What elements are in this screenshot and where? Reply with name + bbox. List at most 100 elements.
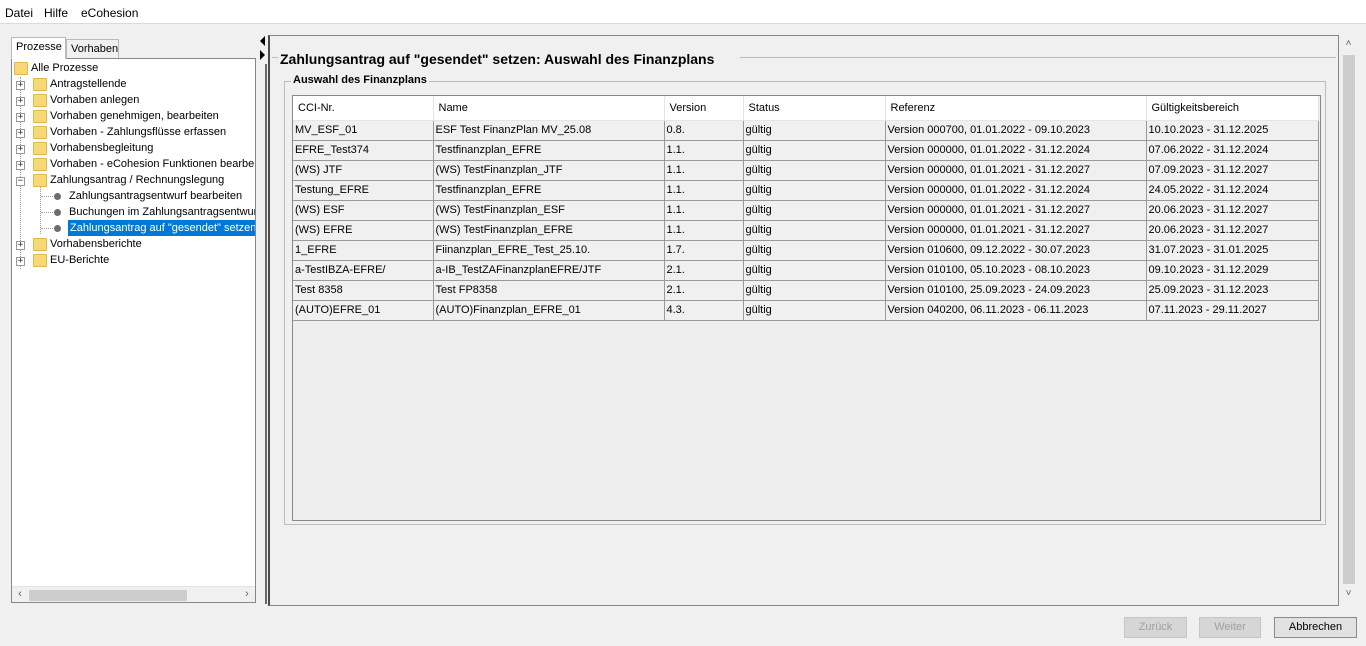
table-row[interactable]: MV_ESF_01 ESF Test FinanzPlan MV_25.08 0.8…: [293, 120, 1319, 141]
scroll-left-icon[interactable]: ‹: [12, 587, 28, 602]
table-cell: (AUTO)EFRE_01: [293, 300, 434, 321]
column-header-cci[interactable]: CCI-Nr.: [293, 96, 434, 121]
tree-item-ecohesion-funktionen[interactable]: Vorhaben - eCohesion Funktionen bearbeit…: [50, 156, 255, 172]
scroll-up-icon[interactable]: ˄: [1340, 38, 1357, 55]
scroll-thumb[interactable]: [1343, 55, 1355, 584]
expand-icon[interactable]: +: [16, 145, 25, 154]
splitter[interactable]: [258, 34, 268, 606]
table-cell: gültig: [743, 300, 886, 321]
tree-item-vorhaben-genehmigen[interactable]: Vorhaben genehmigen, bearbeiten: [50, 108, 219, 124]
table-cell: 2.1.: [664, 260, 744, 281]
table-cell: ESF Test FinanzPlan MV_25.08: [433, 120, 665, 141]
tab-prozesse[interactable]: Prozesse: [11, 37, 66, 59]
scroll-down-icon[interactable]: ˅: [1340, 588, 1357, 605]
table-cell: 1.1.: [664, 140, 744, 161]
table-cell: (WS) JTF: [293, 160, 434, 181]
menu-hilfe[interactable]: Hilfe: [44, 6, 68, 20]
table-cell: Testung_EFRE: [293, 180, 434, 201]
horizontal-scrollbar[interactable]: ‹ ›: [12, 586, 255, 602]
tree-item-entwurf-bearbeiten[interactable]: Zahlungsantragsentwurf bearbeiten: [69, 188, 242, 204]
tree-item-root[interactable]: Alle Prozesse: [31, 60, 98, 76]
table-cell: (AUTO)Finanzplan_EFRE_01: [433, 300, 665, 321]
tree-item-zahlungsfluesse[interactable]: Vorhaben - Zahlungsflüsse erfassen: [50, 124, 226, 140]
folder-icon: [33, 158, 47, 171]
table-cell: 2.1.: [664, 280, 744, 301]
tree-item-zahlungsantrag[interactable]: Zahlungsantrag / Rechnungslegung: [50, 172, 224, 188]
table-cell: Version 000700, 01.01.2022 - 09.10.2023: [885, 120, 1147, 141]
scroll-right-icon[interactable]: ›: [239, 587, 255, 602]
expand-icon[interactable]: +: [16, 161, 25, 170]
table-row[interactable]: Test 8358 Test FP8358 2.1. gültig Version 01…: [293, 280, 1319, 301]
tree-item-buchungen[interactable]: Buchungen im Zahlungsantragsentwurf: [69, 204, 255, 220]
tree-item-vorhaben-anlegen[interactable]: Vorhaben anlegen: [50, 92, 139, 108]
table-row[interactable]: (WS) EFRE (WS) TestFinanzplan_EFRE 1.1. gül…: [293, 220, 1319, 241]
table-cell: 25.09.2023 - 31.12.2023: [1146, 280, 1319, 301]
table-cell: Version 000000, 01.01.2021 - 31.12.2027: [885, 220, 1147, 241]
tree-item-gesendet-setzen[interactable]: Zahlungsantrag auf "gesendet" setzen: [68, 220, 255, 236]
expand-icon[interactable]: +: [16, 257, 25, 266]
table-row[interactable]: (WS) JTF (WS) TestFinanzplan_JTF 1.1. gülti…: [293, 160, 1319, 181]
expand-icon[interactable]: +: [16, 97, 25, 106]
menu-ecohesion[interactable]: eCohesion: [81, 6, 138, 20]
table-row[interactable]: (WS) ESF (WS) TestFinanzplan_ESF 1.1. gülti…: [293, 200, 1319, 221]
table-row[interactable]: Testung_EFRE Testfinanzplan_EFRE 1.1. gülti…: [293, 180, 1319, 201]
table-cell: 0.8.: [664, 120, 744, 141]
abbrechen-button[interactable]: Abbrechen: [1274, 617, 1357, 638]
table-cell: (WS) TestFinanzplan_JTF: [433, 160, 665, 181]
expand-icon[interactable]: +: [16, 129, 25, 138]
table-cell: gültig: [743, 220, 886, 241]
page-title: Zahlungsantrag auf "gesendet" setzen: Au…: [280, 51, 715, 67]
table-row[interactable]: a-TestIBZA-EFRE/a-IB_TestZAFinanzplanEFR…: [293, 260, 1319, 281]
tree-item-antragstellende[interactable]: Antragstellende: [50, 76, 126, 92]
tree-item-eu-berichte[interactable]: EU-Berichte: [50, 252, 109, 268]
table-cell: 10.10.2023 - 31.12.2025: [1146, 120, 1319, 141]
table-row[interactable]: 1_EFRE Fiinanzplan_EFRE_Test_25.10. 1.7. gü…: [293, 240, 1319, 261]
collapse-left-icon[interactable]: [260, 36, 265, 46]
zurueck-button[interactable]: Zurück: [1124, 617, 1187, 638]
table-cell: gültig: [743, 180, 886, 201]
table-cell: Version 000000, 01.01.2022 - 31.12.2024: [885, 140, 1147, 161]
table-cell: a-IB_TestZAFinanzplanEFRE/JTF: [433, 260, 665, 281]
tree-item-vorhabensberichte[interactable]: Vorhabensberichte: [50, 236, 142, 252]
weiter-button[interactable]: Weiter: [1199, 617, 1261, 638]
table-cell: gültig: [743, 160, 886, 181]
column-header-referenz[interactable]: Referenz: [885, 96, 1147, 121]
table-row[interactable]: (AUTO)EFRE_01 (AUTO)Finanzplan_EFRE_01 4.3…: [293, 300, 1319, 321]
table-cell: 07.06.2022 - 31.12.2024: [1146, 140, 1319, 161]
expand-icon[interactable]: +: [16, 241, 25, 250]
table-cell: 09.10.2023 - 31.12.2029: [1146, 260, 1319, 281]
folder-icon: [33, 254, 47, 267]
folder-icon: [33, 142, 47, 155]
table-cell: Version 000000, 01.01.2021 - 31.12.2027: [885, 200, 1147, 221]
expand-icon[interactable]: +: [16, 81, 25, 90]
vertical-scrollbar[interactable]: ˄ ˅: [1340, 36, 1357, 605]
table-cell: Test FP8358: [433, 280, 665, 301]
group-title: Auswahl des Finanzplans: [291, 74, 429, 86]
table-cell: gültig: [743, 200, 886, 221]
scroll-thumb[interactable]: [29, 590, 187, 601]
expand-right-icon[interactable]: [260, 50, 265, 60]
finanzplan-group: Auswahl des Finanzplans CCI-Nr. Name Ver…: [284, 74, 1326, 525]
table-cell: gültig: [743, 280, 886, 301]
table-cell: 1.1.: [664, 220, 744, 241]
tab-vorhaben[interactable]: Vorhaben: [66, 39, 119, 59]
table-cell: 1.1.: [664, 200, 744, 221]
leaf-icon: [54, 193, 61, 200]
table-cell: 20.06.2023 - 31.12.2027: [1146, 200, 1319, 221]
menu-datei[interactable]: Datei: [5, 6, 33, 20]
collapse-icon[interactable]: −: [16, 177, 25, 186]
column-header-version[interactable]: Version: [664, 96, 744, 121]
column-header-gueltigkeit[interactable]: Gültigkeitsbereich: [1146, 96, 1319, 121]
leaf-icon: [54, 209, 61, 216]
table-cell: (WS) TestFinanzplan_EFRE: [433, 220, 665, 241]
table-cell: gültig: [743, 140, 886, 161]
folder-icon: [33, 238, 47, 251]
table-cell: 31.07.2023 - 31.01.2025: [1146, 240, 1319, 261]
column-header-status[interactable]: Status: [743, 96, 886, 121]
folder-icon: [33, 94, 47, 107]
expand-icon[interactable]: +: [16, 113, 25, 122]
table-cell: Testfinanzplan_EFRE: [433, 140, 665, 161]
table-row[interactable]: EFRE_Test374 Testfinanzplan_EFRE 1.1. gülti…: [293, 140, 1319, 161]
column-header-name[interactable]: Name: [433, 96, 665, 121]
tree-item-vorhabensbegleitung[interactable]: Vorhabensbegleitung: [50, 140, 153, 156]
